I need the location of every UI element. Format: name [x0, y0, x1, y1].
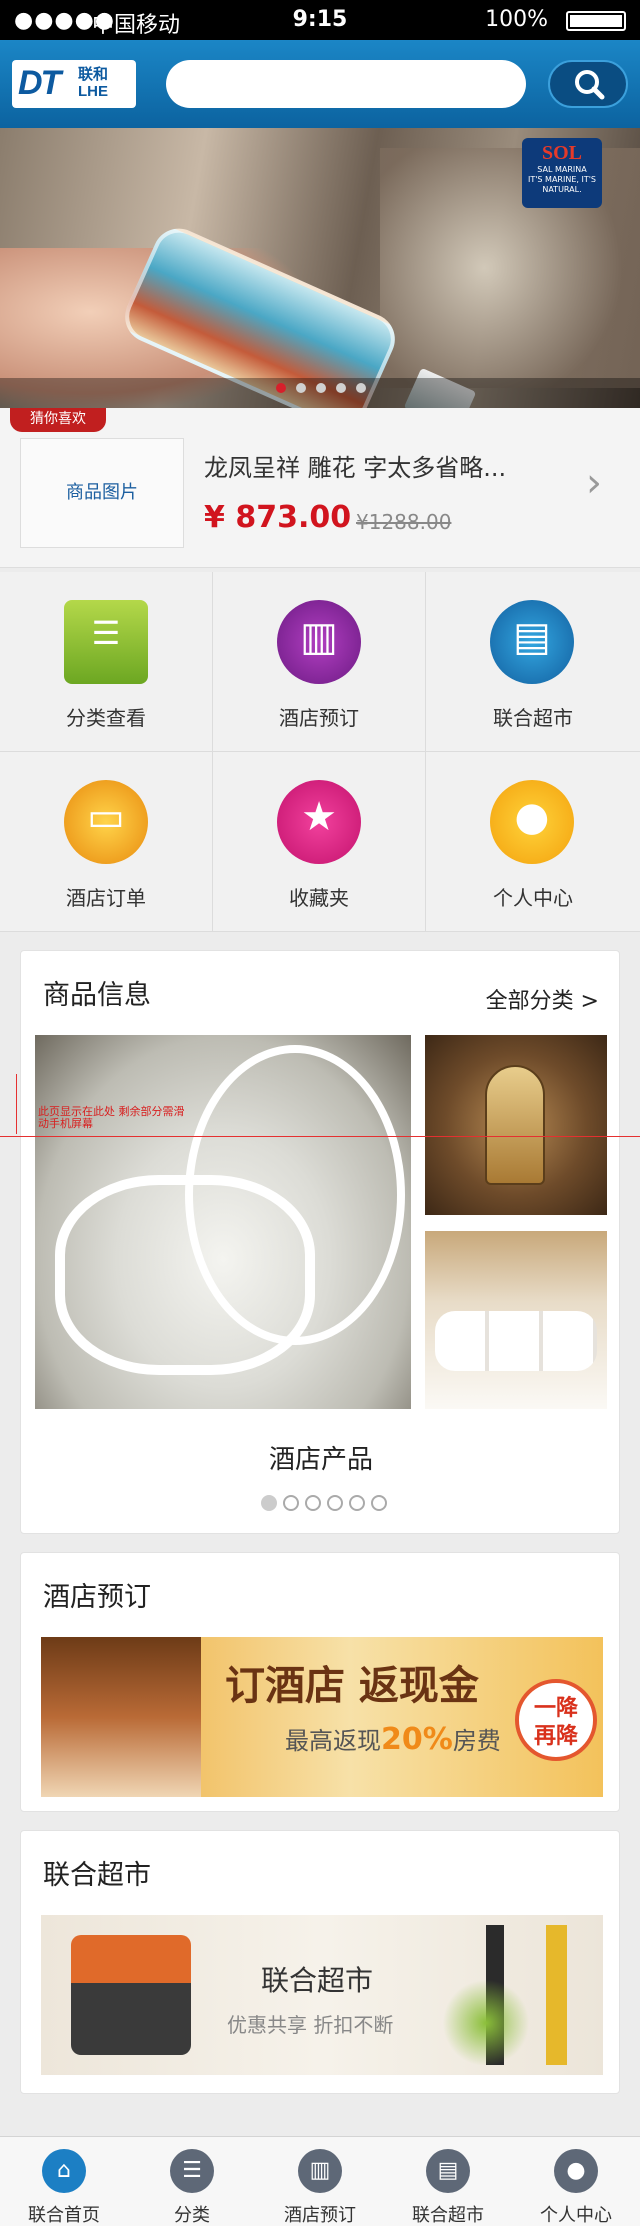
promo-banner[interactable]: SOL SAL MARINA IT'S MARINE, IT'S NATURAL… — [0, 128, 640, 408]
user-glyph: ● — [514, 794, 550, 840]
shopping-bag-glyph: ▤ — [513, 614, 551, 660]
grid-item-hotel-orders[interactable]: ▭ 酒店订单 — [0, 752, 213, 932]
bed-glyph: ▭ — [87, 794, 125, 840]
goods-towels-image[interactable] — [425, 1231, 607, 1409]
home-icon: ⌂ — [42, 2149, 86, 2193]
mart-card: 联合超市 联合超市 优惠共享 折扣不断 — [20, 1830, 620, 2094]
list-icon: ☰ — [170, 2149, 214, 2193]
grid-item-label: 收藏夹 — [289, 886, 349, 910]
grid-item-label: 个人中心 — [493, 886, 573, 910]
hotel-building-glyph: ▥ — [300, 614, 338, 660]
nav-label: 联合首页 — [28, 2205, 100, 2226]
hotel-promo-headline: 订酒店 返现金 — [225, 1663, 479, 1709]
discount-badge: 一降 再降 — [515, 1679, 597, 1761]
product-image-placeholder[interactable]: 商品图片 — [20, 438, 184, 548]
goods-main-image[interactable] — [35, 1035, 411, 1409]
pager-dot[interactable] — [349, 1495, 365, 1511]
battery-percent: 100% — [485, 7, 548, 32]
pager-dot[interactable] — [336, 383, 346, 393]
bag-icon: ▤ — [426, 2149, 470, 2193]
goods-caption: 酒店产品 — [268, 1445, 373, 1475]
recommend-item[interactable]: 猜你喜欢 商品图片 龙凤呈祥 雕花 字太多省略... ¥ 873.00 ¥128… — [0, 408, 640, 568]
grid-item-category[interactable]: ☰ 分类查看 — [0, 572, 213, 752]
goods-door-tag-image[interactable] — [425, 1035, 607, 1215]
fold-line — [0, 1136, 640, 1137]
grid-item-label: 酒店预订 — [279, 706, 359, 730]
sale-list-glyph: ☰ — [91, 614, 121, 652]
search-icon — [575, 70, 605, 100]
app-header: DT 联和 LHE — [0, 40, 640, 128]
all-categories-link[interactable]: 全部分类 > — [486, 983, 599, 1015]
feature-grid: ☰ 分类查看 ▥ 酒店预订 ▤ 联合超市 ▭ 酒店订单 ★ 收藏夹 ● 个人中心 — [0, 572, 640, 932]
search-input[interactable] — [166, 60, 526, 108]
grid-item-favorites[interactable]: ★ 收藏夹 — [213, 752, 426, 932]
fold-annotation: 此页显示在此处 剩余部分需滑动手机屏幕 — [38, 1105, 185, 1130]
nav-home[interactable]: ⌂ 联合首页 — [0, 2143, 128, 2226]
pager-dot[interactable] — [316, 383, 326, 393]
logo-dt: DT — [18, 64, 61, 102]
star-glyph: ★ — [301, 794, 337, 840]
towels — [435, 1311, 597, 1371]
nav-hotel[interactable]: ▥ 酒店预订 — [256, 2143, 384, 2226]
nav-label: 酒店预订 — [284, 2205, 356, 2226]
banner-pager[interactable] — [276, 378, 376, 397]
pager-dot[interactable] — [371, 1495, 387, 1511]
goods-info-card: 商品信息 全部分类 > 酒店产品 — [20, 950, 620, 1534]
pager-dot[interactable] — [296, 383, 306, 393]
nav-label: 联合超市 — [412, 2205, 484, 2226]
pager-dot[interactable] — [356, 383, 366, 393]
grid-item-label: 酒店订单 — [66, 886, 146, 910]
pager-dot[interactable] — [305, 1495, 321, 1511]
nav-label: 个人中心 — [540, 2205, 612, 2226]
product-old-price: ¥1288.00 — [356, 510, 452, 534]
pager-dot[interactable] — [261, 1495, 277, 1511]
image-detail — [55, 1175, 315, 1375]
person-icon: ● — [554, 2149, 598, 2193]
grid-item-mart[interactable]: ▤ 联合超市 — [426, 572, 640, 752]
logo-sub: 联和 LHE — [78, 66, 109, 100]
search-button[interactable] — [548, 60, 628, 108]
hotel-room-image — [41, 1637, 201, 1797]
nav-profile[interactable]: ● 个人中心 — [512, 2143, 640, 2226]
section-title: 商品信息 — [43, 980, 151, 1011]
shopping-cart-image — [71, 1935, 191, 2055]
product-price: ¥ 873.00 — [204, 500, 352, 535]
fold-marker-arrow — [16, 1074, 26, 1134]
bottom-nav: ⌂ 联合首页 ☰ 分类 ▥ 酒店预订 ▤ 联合超市 ● 个人中心 — [0, 2136, 640, 2226]
section-title: 联合超市 — [43, 1860, 151, 1891]
mart-banner-sub: 优惠共享 折扣不断 — [227, 2013, 394, 2037]
hotel-booking-card: 酒店预订 订酒店 返现金 最高返现20%房费 一降 再降 — [20, 1552, 620, 1812]
door-tag — [485, 1065, 545, 1185]
grid-item-label: 联合超市 — [493, 706, 573, 730]
chevron-right-icon[interactable]: › — [586, 460, 602, 506]
product-title[interactable]: 龙凤呈祥 雕花 字太多省略... — [204, 448, 564, 483]
battery-icon — [566, 11, 626, 31]
pager-dot[interactable] — [276, 383, 286, 393]
hotel-promo-sub: 最高返现20%房费 — [285, 1722, 501, 1757]
recommend-tag: 猜你喜欢 — [10, 408, 106, 432]
nav-label: 分类 — [174, 2205, 210, 2226]
hotel-promo-banner[interactable]: 订酒店 返现金 最高返现20%房费 一降 再降 — [41, 1637, 603, 1797]
status-bar: ●●●●● 中国移动 9:15 100% — [0, 0, 640, 40]
mart-banner-title: 联合超市 — [261, 1964, 374, 1997]
nav-category[interactable]: ☰ 分类 — [128, 2143, 256, 2226]
hotel-icon: ▥ — [298, 2149, 342, 2193]
section-title: 酒店预订 — [43, 1582, 151, 1613]
banner-brand-logo: SOL SAL MARINA IT'S MARINE, IT'S NATURAL… — [522, 138, 602, 208]
wine-image — [441, 1925, 591, 2065]
nav-mart[interactable]: ▤ 联合超市 — [384, 2143, 512, 2226]
brand-logo[interactable]: DT 联和 LHE — [12, 60, 136, 108]
mart-promo-banner[interactable]: 联合超市 优惠共享 折扣不断 — [41, 1915, 603, 2075]
pager-dot[interactable] — [327, 1495, 343, 1511]
grid-item-profile[interactable]: ● 个人中心 — [426, 752, 640, 932]
grid-item-hotel-booking[interactable]: ▥ 酒店预订 — [213, 572, 426, 752]
grid-item-label: 分类查看 — [66, 706, 146, 730]
pager-dot[interactable] — [283, 1495, 299, 1511]
goods-pager[interactable] — [261, 1495, 393, 1515]
